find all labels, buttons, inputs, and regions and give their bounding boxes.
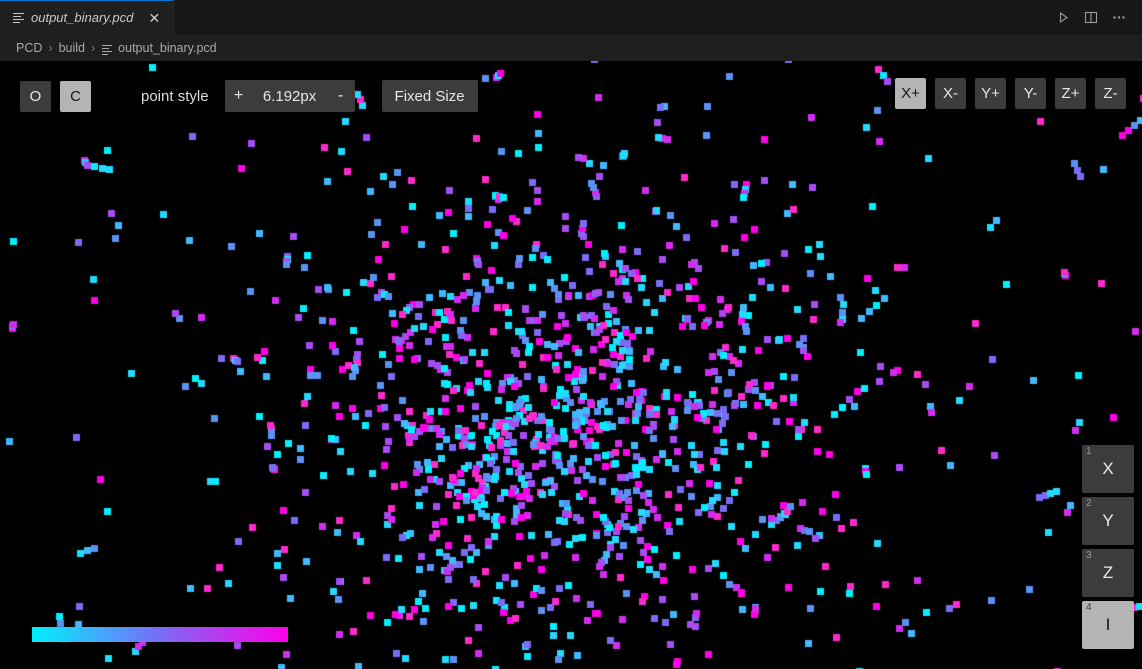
tab-bar-filler — [174, 0, 1052, 35]
editor-actions — [1052, 0, 1142, 35]
fixed-size-button[interactable]: Fixed Size — [381, 80, 478, 112]
point-size-increase-button[interactable]: + — [225, 80, 253, 112]
breadcrumb-separator: › — [48, 41, 53, 55]
point-cloud-viewer[interactable]: O C point style + 6.192px - Fixed Size X… — [0, 61, 1142, 669]
breadcrumb: PCD › build › output_binary.pcd — [0, 35, 1142, 61]
viewer-toolbar-left: O C point style + 6.192px - Fixed Size — [20, 80, 478, 112]
field-index-4: 4 — [1086, 602, 1092, 613]
orbit-mode-button[interactable]: O — [20, 80, 51, 112]
field-label-intensity: I — [1105, 615, 1111, 634]
editor-tab-output-binary-pcd[interactable]: output_binary.pcd ✕ — [0, 0, 175, 35]
point-size-stepper[interactable]: + 6.192px - — [224, 80, 355, 112]
color-field-selector: 1 X 2 Y 3 Z 4 I — [1082, 445, 1134, 649]
pcd-viewer-window: output_binary.pcd ✕ PCD › build › output… — [0, 0, 1142, 669]
field-label-z: Z — [1102, 563, 1114, 582]
point-cloud-canvas[interactable] — [0, 61, 1142, 669]
editor-tab-label: output_binary.pcd — [31, 10, 134, 25]
pcd-file-icon — [12, 11, 25, 24]
breadcrumb-item-build[interactable]: build — [59, 41, 85, 55]
view-x-plus-button[interactable]: X+ — [895, 78, 926, 109]
view-x-minus-button[interactable]: X- — [935, 78, 966, 109]
field-button-z[interactable]: 3 Z — [1082, 549, 1134, 597]
breadcrumb-item-pcd[interactable]: PCD — [16, 41, 42, 55]
breadcrumb-item-file-label: output_binary.pcd — [118, 41, 217, 55]
field-button-y[interactable]: 2 Y — [1082, 497, 1134, 545]
view-y-plus-button[interactable]: Y+ — [975, 78, 1006, 109]
point-size-decrease-button[interactable]: - — [327, 80, 355, 112]
field-button-x[interactable]: 1 X — [1082, 445, 1134, 493]
point-size-value: 6.192px — [262, 87, 317, 105]
editor-tab-bar: output_binary.pcd ✕ — [0, 0, 1142, 35]
field-button-intensity[interactable]: 4 I — [1082, 601, 1134, 649]
field-label-x: X — [1102, 459, 1114, 478]
field-index-3: 3 — [1086, 550, 1092, 561]
view-y-minus-button[interactable]: Y- — [1015, 78, 1046, 109]
view-z-plus-button[interactable]: Z+ — [1055, 78, 1086, 109]
breadcrumb-item-file[interactable]: output_binary.pcd — [101, 41, 217, 56]
more-actions-icon[interactable] — [1108, 7, 1130, 29]
field-index-2: 2 — [1086, 498, 1092, 509]
field-index-1: 1 — [1086, 446, 1092, 457]
intensity-colorbar-gradient — [32, 627, 288, 642]
split-editor-icon[interactable] — [1080, 7, 1102, 29]
field-label-y: Y — [1102, 511, 1114, 530]
view-z-minus-button[interactable]: Z- — [1095, 78, 1126, 109]
breadcrumb-separator: › — [91, 41, 96, 55]
intensity-colorbar — [32, 627, 288, 642]
camera-mode-button[interactable]: C — [60, 80, 91, 112]
pcd-file-icon — [101, 44, 113, 56]
close-tab-icon[interactable]: ✕ — [145, 9, 163, 27]
run-preview-icon[interactable] — [1052, 7, 1074, 29]
